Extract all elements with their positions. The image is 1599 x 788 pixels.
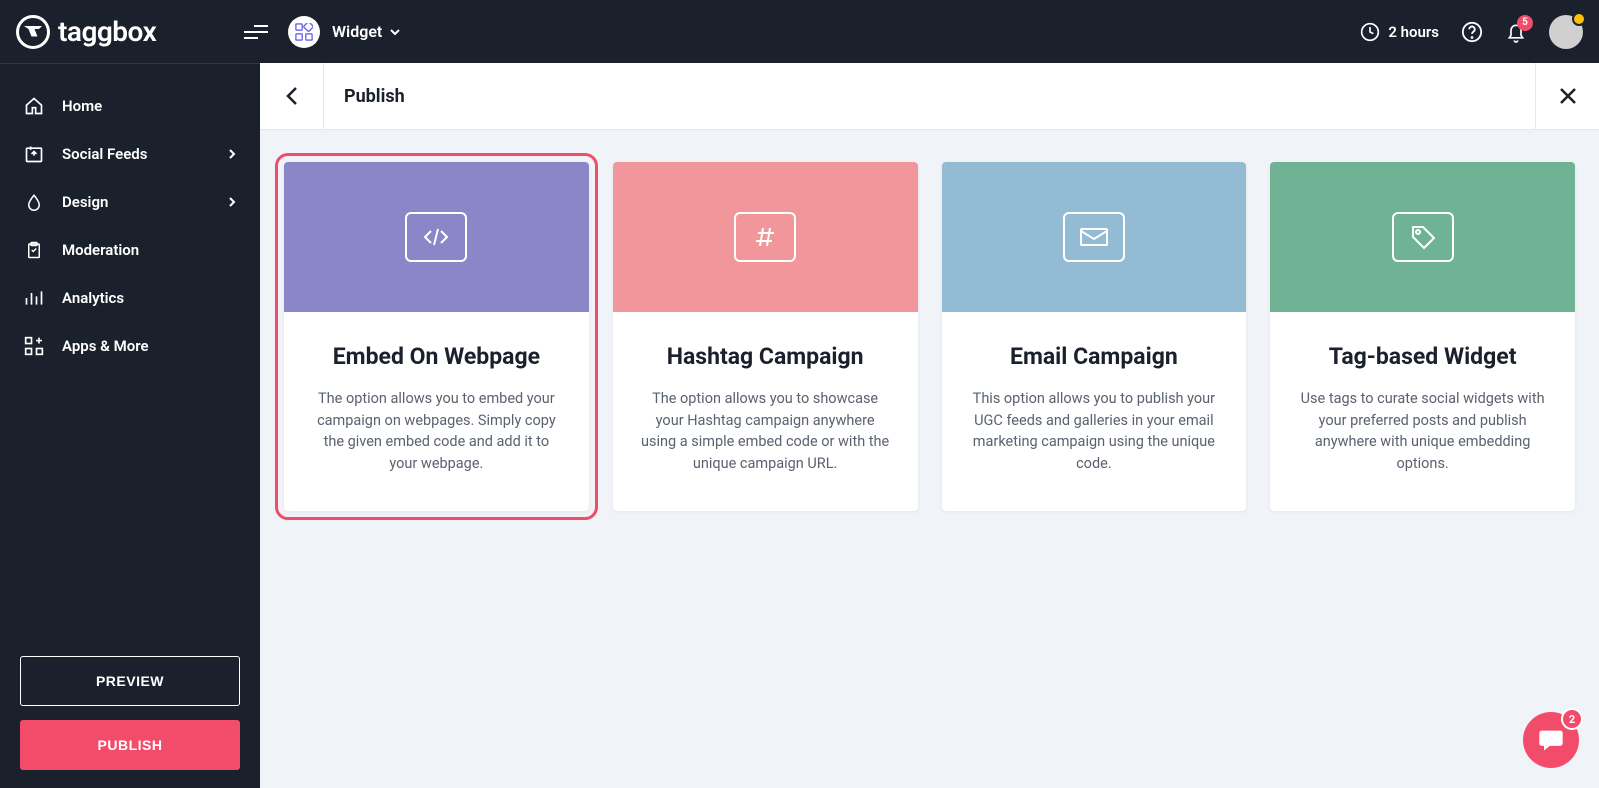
sidebar-item-moderation[interactable]: Moderation [0, 226, 260, 274]
card-body: Hashtag Campaign The option allows you to… [613, 312, 918, 511]
bars-icon [24, 288, 44, 308]
chevron-down-icon [390, 29, 400, 35]
card-header [284, 162, 589, 312]
logo[interactable]: taggbox [16, 15, 244, 49]
chevron-left-icon [286, 86, 298, 106]
card-body: Embed On Webpage The option allows you to… [284, 312, 589, 511]
card-description: Use tags to curate social widgets with y… [1298, 388, 1547, 475]
help-button[interactable] [1461, 21, 1483, 43]
user-avatar[interactable] [1549, 15, 1583, 49]
sidebar-item-social-feeds[interactable]: Social Feeds [0, 130, 260, 178]
logo-text: taggbox [58, 15, 156, 48]
widget-selector-label: Widget [332, 22, 382, 41]
card-description: The option allows you to showcase your H… [641, 388, 890, 475]
sidebar-item-label: Apps & More [62, 337, 149, 355]
sidebar: Home Social Feeds Design Moderation Analytic… [0, 63, 260, 788]
main-content: Publish Embed On Webpage The option allow… [260, 63, 1599, 788]
card-header [613, 162, 918, 312]
mail-icon [1063, 212, 1125, 262]
topbar: taggbox Widget 2 hours 5 [0, 0, 1599, 63]
topbar-right: 2 hours 5 [1360, 15, 1583, 49]
hamburger-menu[interactable] [244, 25, 268, 39]
chat-badge: 2 [1561, 708, 1583, 730]
code-icon [405, 212, 467, 262]
clipboard-icon [24, 240, 44, 260]
tag-icon [1392, 212, 1454, 262]
publish-card-email-campaign[interactable]: Email Campaign This option allows you to … [942, 162, 1247, 511]
preview-button[interactable]: PREVIEW [20, 656, 240, 706]
publish-button[interactable]: PUBLISH [20, 720, 240, 770]
card-title: Embed On Webpage [312, 342, 561, 372]
page-title: Publish [324, 86, 405, 107]
sidebar-item-label: Moderation [62, 241, 139, 259]
sidebar-item-label: Design [62, 193, 108, 211]
publish-card-embed-on-webpage[interactable]: Embed On Webpage The option allows you to… [284, 162, 589, 511]
card-title: Email Campaign [970, 342, 1219, 372]
hours-label: 2 hours [1388, 23, 1439, 41]
card-description: The option allows you to embed your camp… [312, 388, 561, 475]
home-icon [24, 96, 44, 116]
card-header [1270, 162, 1575, 312]
card-description: This option allows you to publish your U… [970, 388, 1219, 475]
grid-plus-icon [24, 336, 44, 356]
publish-card-hashtag-campaign[interactable]: Hashtag Campaign The option allows you to… [613, 162, 918, 511]
logo-icon [16, 15, 50, 49]
clock-icon [1360, 22, 1380, 42]
sidebar-item-analytics[interactable]: Analytics [0, 274, 260, 322]
card-title: Hashtag Campaign [641, 342, 890, 372]
notification-badge: 5 [1517, 15, 1533, 31]
sidebar-item-home[interactable]: Home [0, 82, 260, 130]
help-icon [1461, 21, 1483, 43]
sidebar-item-design[interactable]: Design [0, 178, 260, 226]
card-title: Tag-based Widget [1298, 342, 1547, 372]
close-icon [1559, 87, 1577, 105]
chat-icon [1537, 726, 1565, 754]
notifications-button[interactable]: 5 [1505, 21, 1527, 43]
avatar-star-icon [1572, 12, 1586, 26]
hash-icon [734, 212, 796, 262]
widget-selector[interactable]: Widget [332, 22, 400, 41]
widget-icon [288, 16, 320, 48]
sidebar-footer: PREVIEW PUBLISH [0, 638, 260, 788]
chevron-right-icon [228, 196, 236, 208]
page-header: Publish [260, 63, 1599, 130]
chat-button[interactable]: 2 [1523, 712, 1579, 768]
publish-card-tag-based-widget[interactable]: Tag-based Widget Use tags to curate socia… [1270, 162, 1575, 511]
card-header [942, 162, 1247, 312]
close-button[interactable] [1535, 63, 1599, 129]
card-body: Email Campaign This option allows you to … [942, 312, 1247, 511]
sidebar-item-label: Home [62, 97, 102, 115]
sidebar-item-label: Analytics [62, 289, 124, 307]
sidebar-item-label: Social Feeds [62, 145, 147, 163]
back-button[interactable] [260, 63, 324, 129]
card-body: Tag-based Widget Use tags to curate socia… [1270, 312, 1575, 511]
hours-remaining[interactable]: 2 hours [1360, 22, 1439, 42]
upload-icon [24, 144, 44, 164]
drop-icon [24, 192, 44, 212]
chevron-right-icon [228, 148, 236, 160]
cards-grid: Embed On Webpage The option allows you to… [260, 130, 1599, 543]
sidebar-item-apps-more[interactable]: Apps & More [0, 322, 260, 370]
